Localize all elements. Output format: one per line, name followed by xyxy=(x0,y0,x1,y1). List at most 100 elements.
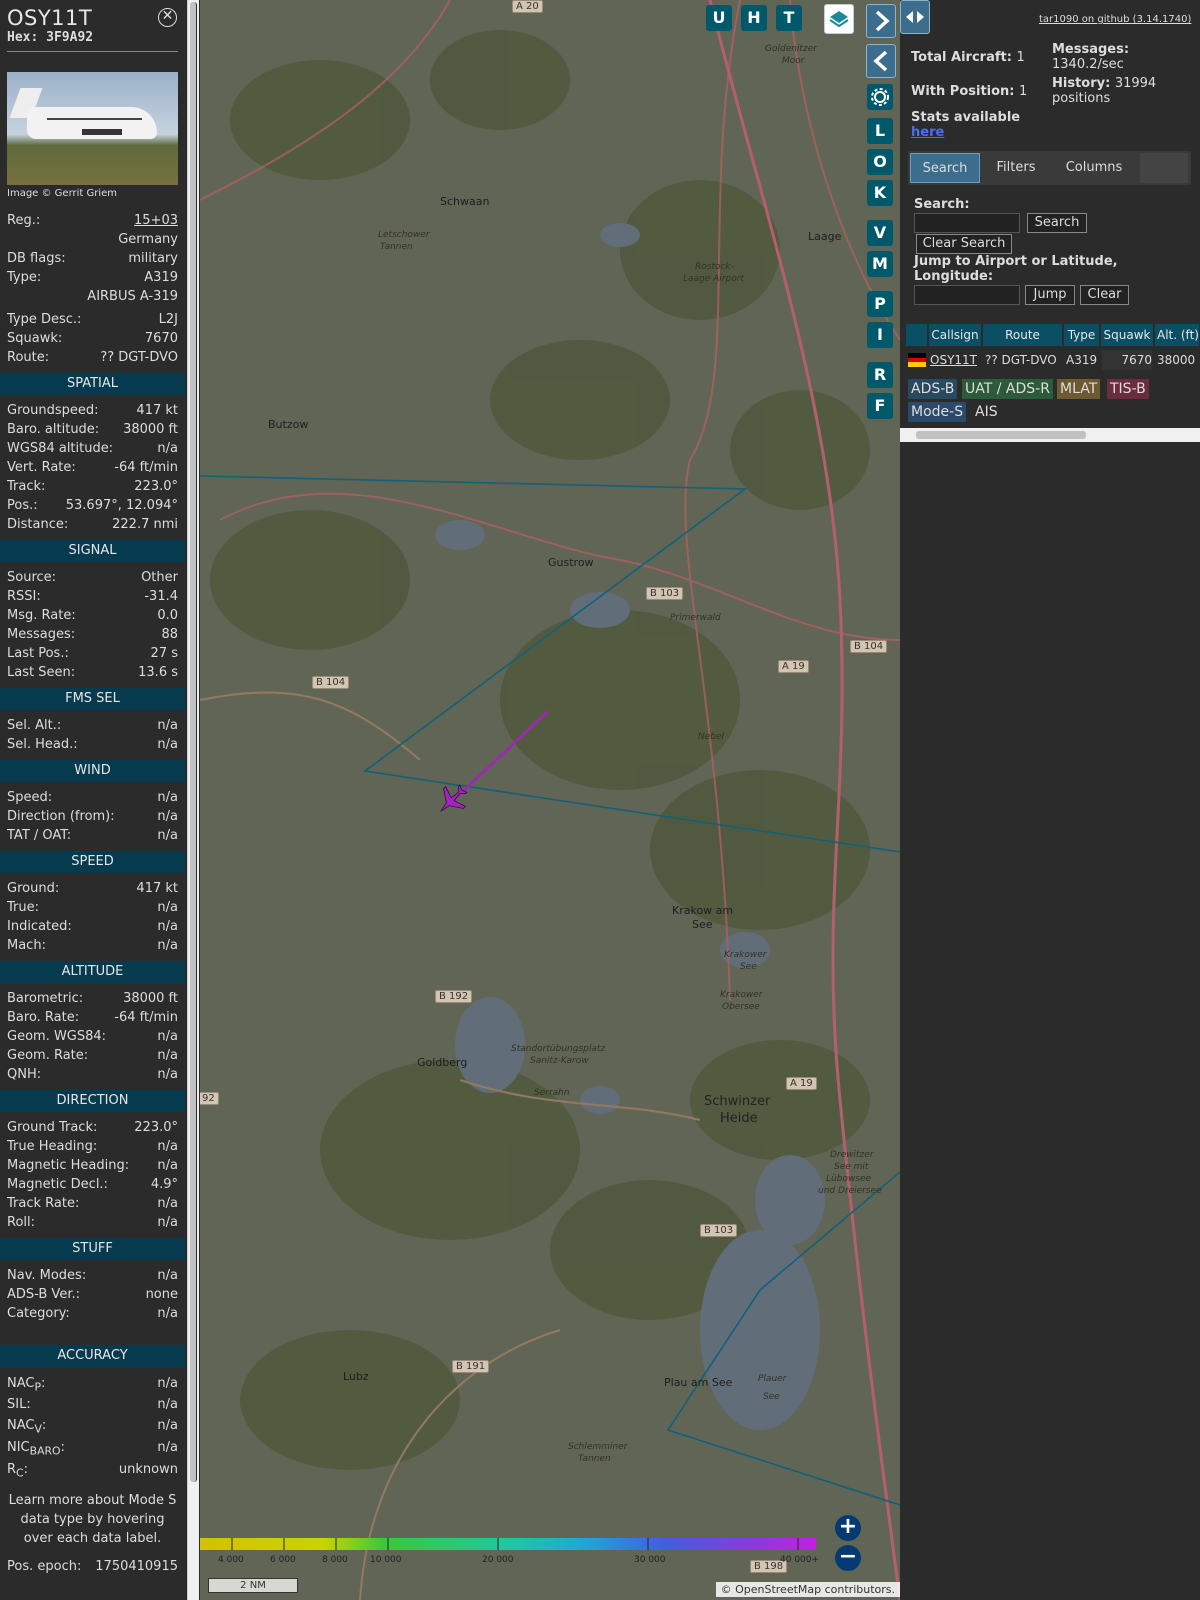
detail-row: Source: Other xyxy=(0,568,185,587)
map-button-p[interactable]: P xyxy=(867,291,893,317)
total-aircraft: Total Aircraft: 1 xyxy=(911,50,1025,65)
map-button-v[interactable]: V xyxy=(867,220,893,246)
detail-value: 417 kt xyxy=(136,403,178,418)
detail-value: n/a xyxy=(157,1067,178,1082)
row-callsign[interactable]: OSY11T xyxy=(930,350,977,370)
tab-columns[interactable]: Columns xyxy=(1052,153,1136,183)
map-button-h[interactable]: H xyxy=(741,5,767,31)
close-icon[interactable]: ✕ xyxy=(158,8,177,27)
column-header-flag[interactable] xyxy=(906,324,928,346)
detail-row: Magnetic Decl.: 4.9° xyxy=(0,1175,185,1194)
collapse-left-icon[interactable] xyxy=(866,44,896,78)
legend-tick: 20 000 xyxy=(482,1555,514,1565)
area-label: Tannen xyxy=(578,1454,611,1464)
area-label: Drewitzer xyxy=(830,1150,874,1160)
column-header-callsign[interactable]: Callsign xyxy=(929,324,982,346)
map-button-l[interactable]: L xyxy=(867,118,893,144)
detail-row: Roll: n/a xyxy=(0,1213,185,1232)
legend-tick: 10 000 xyxy=(370,1555,402,1565)
detail-label: True: xyxy=(7,900,39,915)
nacp-value: n/a xyxy=(157,1376,178,1391)
detail-value: n/a xyxy=(157,790,178,805)
zoom-out-button[interactable]: − xyxy=(835,1545,861,1571)
detail-value: n/a xyxy=(157,1048,178,1063)
typedesc-row: Type Desc.: L2J xyxy=(0,310,185,329)
map-button-f[interactable]: F xyxy=(867,393,893,419)
detail-row: Category: n/a xyxy=(0,1304,185,1323)
source-badge-ais: AIS xyxy=(975,404,998,420)
map-button-o[interactable]: O xyxy=(867,149,893,175)
tab-filters[interactable]: Filters xyxy=(984,153,1048,183)
area-label: Tannen xyxy=(380,242,413,252)
type-full-value: AIRBUS A-319 xyxy=(87,289,178,304)
column-header-type[interactable]: Type xyxy=(1064,324,1100,346)
reg-link[interactable]: 15+03 xyxy=(134,211,178,230)
layers-icon[interactable] xyxy=(824,4,854,34)
area-label: Krakower xyxy=(720,990,763,1000)
aircraft-photo[interactable] xyxy=(7,72,178,185)
dbflags-value: military xyxy=(128,251,178,266)
detail-value: 4.9° xyxy=(150,1177,178,1192)
typedesc-label: Type Desc.: xyxy=(7,312,82,327)
column-header-route[interactable]: Route xyxy=(983,324,1063,346)
map-base xyxy=(200,0,900,1600)
map-button-r[interactable]: R xyxy=(867,362,893,388)
rc-row: RC: unknown xyxy=(0,1459,185,1481)
squawk-value: 7670 xyxy=(144,331,178,346)
details-scrollbar[interactable] xyxy=(187,0,199,1600)
table-horizontal-scrollbar[interactable] xyxy=(900,428,1200,442)
detail-value: 88 xyxy=(161,627,178,642)
column-header-altitude[interactable]: Alt. (ft) xyxy=(1155,324,1200,346)
tab-empty[interactable] xyxy=(1140,153,1188,183)
jump-input[interactable] xyxy=(914,285,1020,305)
detail-label: ADS-B Ver.: xyxy=(7,1287,80,1302)
map-button-m[interactable]: M xyxy=(867,251,893,277)
detail-row: Direction (from): n/a xyxy=(0,807,185,826)
map-button-k[interactable]: K xyxy=(867,180,893,206)
stats-here-link[interactable]: here xyxy=(911,125,1020,140)
split-toggle-icon[interactable] xyxy=(900,0,930,34)
tab-search[interactable]: Search xyxy=(910,153,980,183)
search-button[interactable]: Search xyxy=(1027,213,1087,233)
detail-label: Magnetic Heading: xyxy=(7,1158,130,1173)
expand-right-icon[interactable] xyxy=(866,4,896,38)
epoch-value: 1750410915 xyxy=(95,1559,178,1574)
area-label: Sanitz-Karow xyxy=(530,1056,589,1066)
sil-row: SIL: n/a xyxy=(0,1395,185,1415)
detail-value: n/a xyxy=(157,1139,178,1154)
place-label: Lubz xyxy=(343,1370,369,1383)
source-badge-adsb: ADS-B xyxy=(908,379,958,399)
dbflags-label: DB flags: xyxy=(7,251,66,266)
detail-value: n/a xyxy=(157,1029,178,1044)
detail-row: Vert. Rate: -64 ft/min xyxy=(0,458,185,477)
area-label: Plauer xyxy=(758,1374,787,1384)
detail-label: Nav. Modes: xyxy=(7,1268,87,1283)
squawk-row: Squawk: 7670 xyxy=(0,329,185,348)
search-input[interactable] xyxy=(914,213,1020,233)
section-header-fms-sel: FMS SEL xyxy=(0,688,185,710)
zoom-in-button[interactable]: + xyxy=(835,1515,861,1541)
source-badge-tisb: TIS-B xyxy=(1107,379,1149,399)
map-button-u[interactable]: U xyxy=(706,5,732,31)
detail-row: Magnetic Heading: n/a xyxy=(0,1156,185,1175)
layers-icon-svg xyxy=(829,11,849,28)
place-label: Schwaan xyxy=(440,195,490,208)
place-label: Schwinzer xyxy=(704,1094,771,1109)
squawk-label: Squawk: xyxy=(7,331,63,346)
place-label: Krakow am xyxy=(672,904,734,917)
detail-label: Source: xyxy=(7,570,57,585)
clear-search-button[interactable]: Clear Search xyxy=(916,234,1012,254)
map-view[interactable]: Schwaan Laage Butzow Gustrow Krakow am S… xyxy=(200,0,900,1600)
github-link[interactable]: tar1090 on github (3.14.1740) xyxy=(1039,14,1191,25)
map-button-i[interactable]: I xyxy=(867,322,893,348)
map-button-t[interactable]: T xyxy=(776,5,802,31)
detail-row: True Heading: n/a xyxy=(0,1137,185,1156)
details-scrollbar-thumb[interactable] xyxy=(190,2,197,1482)
map-attribution[interactable]: © OpenStreetMap contributors. xyxy=(715,1582,900,1597)
column-header-squawk[interactable]: Squawk xyxy=(1101,324,1154,346)
detail-row: Last Seen: 13.6 s xyxy=(0,663,185,682)
settings-gear-icon[interactable] xyxy=(867,84,893,110)
clear-button[interactable]: Clear xyxy=(1080,285,1129,305)
jump-button[interactable]: Jump xyxy=(1025,285,1075,305)
table-scrollbar-thumb[interactable] xyxy=(916,431,1086,439)
